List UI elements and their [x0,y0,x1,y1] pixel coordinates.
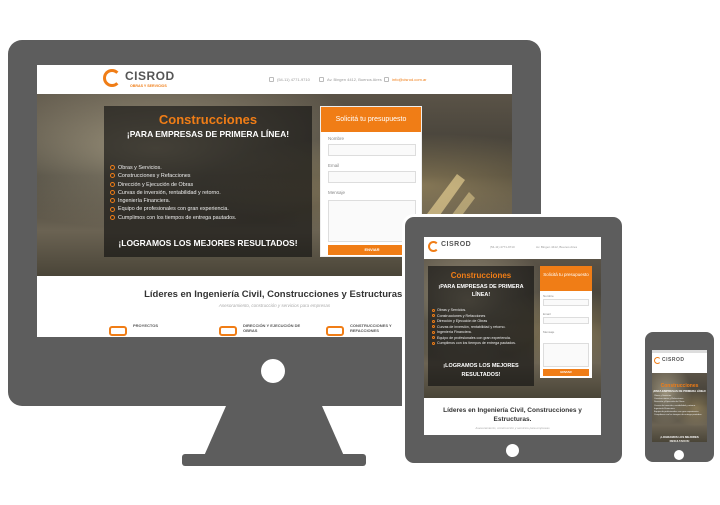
list-item: Curvas de inversión, rentabilidad y reto… [110,190,236,198]
desktop-header: CISROD OBRAS Y SERVICIOS (54-11) 4771-97… [37,65,512,94]
check-icon [110,181,115,187]
monitor-stand-neck [204,406,344,456]
check-icon [110,173,115,179]
message-label: Mensaje [328,190,346,195]
logo-icon[interactable] [103,69,121,87]
email-field[interactable] [543,317,589,324]
header-address: Av. Bingen 4412, Buenos Aires [319,77,382,83]
phone-header: CISROD [652,350,707,372]
monitor-stand-foot [182,454,366,466]
header-email[interactable]: info@cisrod.com.ar [384,77,427,83]
check-icon [432,319,435,323]
check-icon [110,165,115,171]
hero-slogan: ¡LOGRAMOS LOS MEJORES RESULTADOS! [660,435,699,442]
hero-feature-list: Obras y Servicios. Construcciones y Refa… [654,395,702,417]
hero-feature-list: Obras y Servicios. Construcciones y Refa… [432,308,516,347]
helmet-icon [326,326,344,336]
check-icon [432,330,435,334]
header-address: Av. Bingen 4412, Buenos Aires [536,245,578,249]
name-label: Nombre [543,294,554,298]
phone-website: CISROD Construcciones ¡PARA EMPRESAS DE … [652,350,707,442]
tablet-hero: Construcciones ¡PARA EMPRESAS DE PRIMERA… [424,259,601,398]
check-icon [432,314,435,318]
status-bar [652,350,707,353]
list-item: Dirección y Ejecución de Obras [110,182,236,190]
quote-form-title: Solicitá tu presupuesto [321,107,421,132]
logo-icon[interactable] [654,357,661,364]
check-icon [110,189,115,195]
hero-subtitle: ¡PARA EMPRESAS DE PRIMERA LÍNEA! [652,389,707,393]
phone-icon [269,77,274,83]
list-item: Cumplimos con los tiempos de entrega pau… [110,215,236,223]
check-icon [110,198,115,204]
hero-title: Construcciones [158,112,258,127]
check-icon [110,214,115,220]
logo-tagline: OBRAS Y SERVICIOS [130,84,167,88]
hero-panel: Construcciones ¡PARA EMPRESAS DE PRIMERA… [104,106,312,257]
hero-subtitle: ¡PARA EMPRESAS DE PRIMERA LÍNEA! [126,129,290,139]
list-item: Construcciones y Refacciones [110,173,236,181]
hero-slogan: ¡LOGRAMOS LOS MEJORES RESULTADOS! [443,363,519,378]
hero-title: Construcciones [450,271,512,280]
phone-hero: Construcciones ¡PARA EMPRESAS DE PRIMERA… [652,373,707,442]
list-item: Cumplimos con los tiempos de entrega pau… [654,414,703,417]
header-phone[interactable]: (54-11) 4771-9710 [269,77,310,83]
list-item: Cumplimos con los tiempos de entrega pau… [432,341,516,347]
logo-name[interactable]: CISROD [662,357,684,363]
header-phone[interactable]: (54-11) 4771-9710 [490,245,515,249]
submit-button[interactable]: ENVIAR [543,369,589,376]
service-item[interactable]: PROYECTOS [109,323,203,336]
name-field[interactable] [328,144,416,156]
check-icon [432,325,435,329]
check-icon [432,308,435,312]
lead-subtitle: Asesoramiento, construcción y servicios … [475,426,550,430]
map-pin-icon [319,77,324,83]
mail-icon [384,77,389,83]
check-icon [432,341,435,345]
message-field[interactable] [543,343,589,367]
list-item: Equipo de profesionales con gran experie… [110,206,236,214]
service-item[interactable]: DIRECCIÓN Y EJECUCIÓN DE OBRAS [219,323,313,336]
name-field[interactable] [543,299,589,306]
hero-subtitle: ¡PARA EMPRESAS DE PRIMERA LÍNEA! [438,284,524,298]
blueprint-icon [109,326,127,336]
hero-slogan: ¡LOGRAMOS LOS MEJORES RESULTADOS! [118,238,298,248]
tablet-website: CISROD (54-11) 4771-9710 Av. Bingen 4412… [424,237,601,435]
crane-icon [219,326,237,336]
monitor-power-button [261,359,285,383]
tablet-header: CISROD (54-11) 4771-9710 Av. Bingen 4412… [424,237,601,257]
check-icon [432,336,435,340]
email-field[interactable] [328,171,416,183]
logo-name[interactable]: CISROD [441,241,471,248]
message-label: Mensaje [543,330,555,334]
name-label: Nombre [328,136,345,141]
logo-name[interactable]: CISROD [125,69,175,83]
quote-form-title: Solicitá tu presupuesto [540,266,592,291]
list-item: Ingeniería Financiera. [110,198,236,206]
logo-icon[interactable] [428,241,439,252]
hero-feature-list: Obras y Servicios. Construcciones y Refa… [110,165,236,223]
quote-form: Solicitá tu presupuesto Nombre Email Men… [540,266,592,378]
email-label: Email [328,163,340,168]
check-icon [110,206,115,212]
tablet-home-button [506,444,519,457]
email-label: Email [543,312,551,316]
lead-title: Líderes en Ingeniería Civil, Construccio… [443,407,582,423]
phone-home-button [674,450,684,460]
list-item: Obras y Servicios. [110,165,236,173]
hero-panel: Construcciones ¡PARA EMPRESAS DE PRIMERA… [428,266,534,386]
